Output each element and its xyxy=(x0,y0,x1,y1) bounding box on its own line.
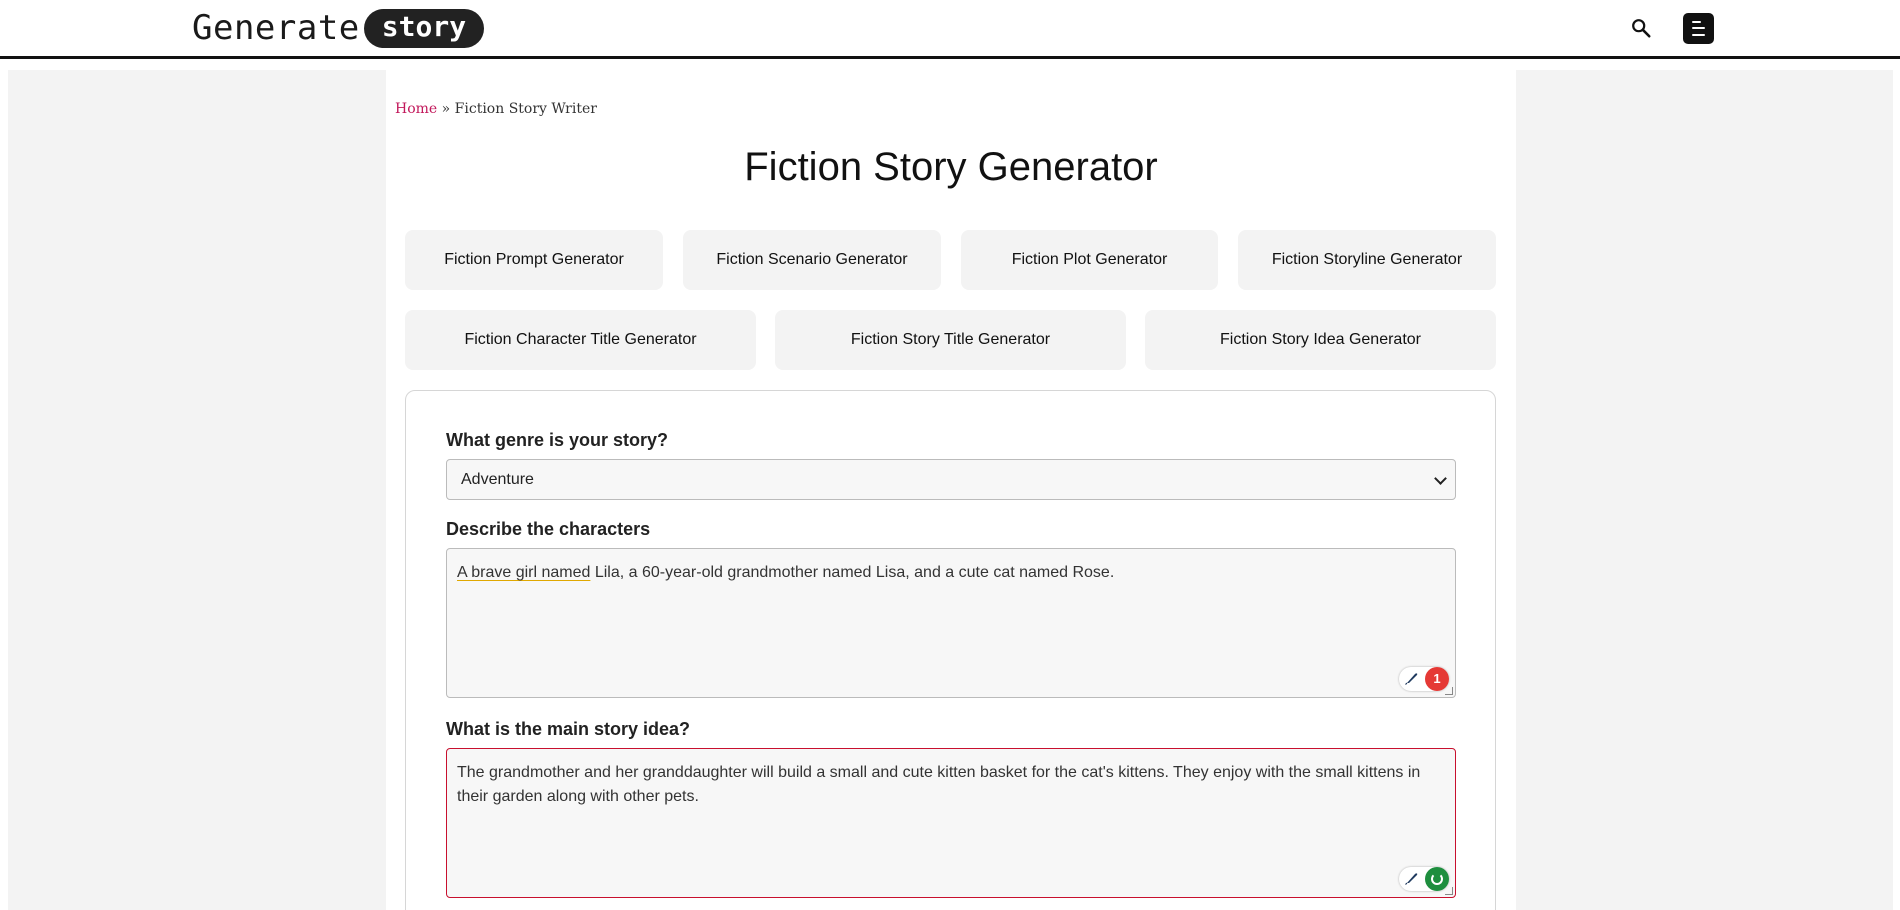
grammar-widget[interactable] xyxy=(1399,867,1449,891)
story-form: What genre is your story? Adventure Desc… xyxy=(405,390,1496,910)
breadcrumb-separator: » xyxy=(437,101,455,117)
left-sidebar xyxy=(8,70,386,910)
story-idea-textarea[interactable]: The grandmother and her granddaughter wi… xyxy=(446,748,1456,898)
search-icon[interactable] xyxy=(1630,17,1652,39)
breadcrumb-home-link[interactable]: Home xyxy=(395,101,437,117)
logo-pill: story xyxy=(363,8,485,48)
resize-handle[interactable] xyxy=(1445,887,1453,895)
resize-handle[interactable] xyxy=(1445,687,1453,695)
logo-word: Generate xyxy=(192,8,360,48)
characters-textarea[interactable]: A brave girl named Lila, a 60-year-old g… xyxy=(446,548,1456,698)
grammar-widget[interactable]: 1 xyxy=(1399,667,1449,691)
fiction-character-title-generator-button[interactable]: Fiction Character Title Generator xyxy=(405,310,756,370)
breadcrumb: Home » Fiction Story Writer xyxy=(395,101,597,117)
fiction-plot-generator-button[interactable]: Fiction Plot Generator xyxy=(961,230,1218,290)
fiction-story-idea-generator-button[interactable]: Fiction Story Idea Generator xyxy=(1145,310,1496,370)
site-logo[interactable]: Generate story xyxy=(192,8,485,48)
site-header: Generate story xyxy=(0,0,1900,59)
story-idea-label: What is the main story idea? xyxy=(446,719,691,739)
fiction-prompt-generator-button[interactable]: Fiction Prompt Generator xyxy=(405,230,663,290)
page-title: Fiction Story Generator xyxy=(744,145,1158,189)
genre-select-value: Adventure xyxy=(461,470,534,488)
fiction-scenario-generator-button[interactable]: Fiction Scenario Generator xyxy=(683,230,941,290)
characters-label: Describe the characters xyxy=(446,519,651,539)
spellcheck-underlined-text: A brave girl named xyxy=(457,564,591,581)
breadcrumb-current: Fiction Story Writer xyxy=(454,101,597,117)
genre-label: What genre is your story? xyxy=(446,430,669,450)
right-sidebar xyxy=(1516,70,1893,910)
characters-text: Lila, a 60-year-old grandmother named Li… xyxy=(590,564,1115,581)
chevron-down-icon xyxy=(1434,472,1447,485)
story-idea-text: The grandmother and her granddaughter wi… xyxy=(457,764,1421,805)
fiction-storyline-generator-button[interactable]: Fiction Storyline Generator xyxy=(1238,230,1496,290)
genre-select[interactable]: Adventure xyxy=(446,459,1456,500)
menu-icon[interactable] xyxy=(1683,13,1714,44)
fiction-story-title-generator-button[interactable]: Fiction Story Title Generator xyxy=(775,310,1126,370)
feather-pen-icon xyxy=(1405,873,1418,885)
feather-pen-icon xyxy=(1405,673,1418,685)
loading-spinner-icon xyxy=(1431,873,1443,885)
main-content: Home » Fiction Story Writer Fiction Stor… xyxy=(386,70,1516,910)
